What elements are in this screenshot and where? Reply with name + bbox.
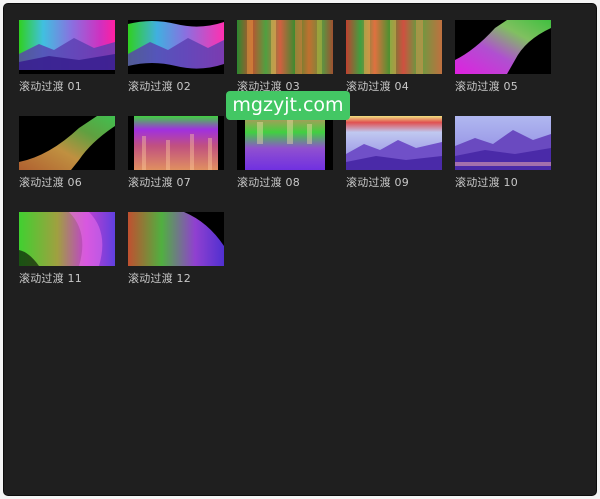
thumbnail-image [19,212,115,266]
thumbnail-image [128,20,224,74]
transition-browser-panel: 滚动过渡 01 滚动过渡 02 滚动过渡 03 滚动过渡 04 滚动过渡 05 … [3,3,597,496]
thumbnail-label: 滚动过渡 11 [19,272,82,285]
thumbnail-label: 滚动过渡 07 [128,176,191,189]
thumbnail-image [237,116,333,170]
thumbnail-image [346,116,442,170]
thumbnail-label: 滚动过渡 06 [19,176,82,189]
thumbnail-label: 滚动过渡 12 [128,272,191,285]
thumbnail-image [128,116,224,170]
thumbnail-image [128,212,224,266]
thumbnail-label: 滚动过渡 10 [455,176,518,189]
thumbnail-image [346,20,442,74]
thumbnail-label: 滚动过渡 01 [19,80,82,93]
thumbnail-image [455,116,551,170]
thumbnail-label: 滚动过渡 09 [346,176,409,189]
thumbnail-label: 滚动过渡 02 [128,80,191,93]
watermark-badge: mgzyjt.com [226,91,350,120]
thumbnail-image [19,116,115,170]
thumbnail-image [237,20,333,74]
thumbnail-image [455,20,551,74]
thumbnail-image [19,20,115,74]
thumbnail-label: 滚动过渡 08 [237,176,300,189]
thumbnail-label: 滚动过渡 05 [455,80,518,93]
thumbnail-label: 滚动过渡 04 [346,80,409,93]
